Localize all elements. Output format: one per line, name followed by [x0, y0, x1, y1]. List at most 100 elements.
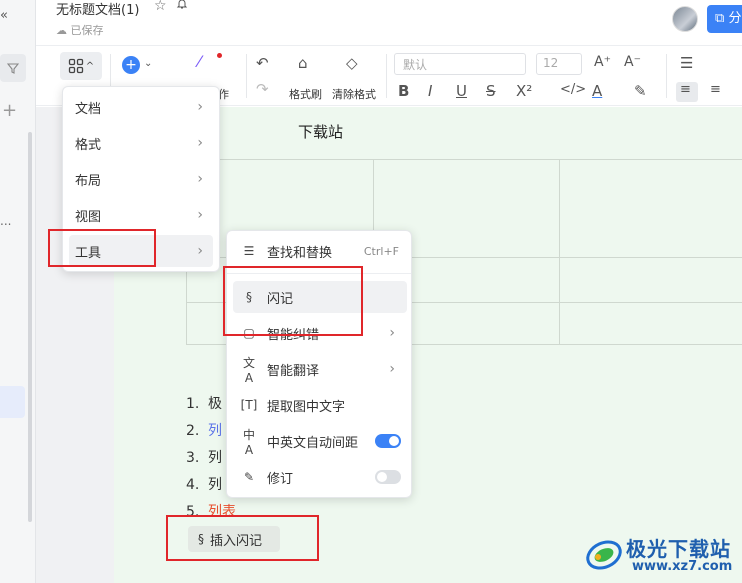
chevron-right-icon: › [197, 135, 203, 151]
format-painter-label[interactable]: 格式刷 [289, 86, 322, 102]
chevron-right-icon: › [197, 171, 203, 187]
header: 无标题文档(1) ☆ ☁ 已保存 ⧉ 分 [36, 0, 742, 46]
watermark-url: www.xz7.com [632, 559, 733, 574]
list-item[interactable]: 1. 极 [186, 393, 222, 413]
menu-item-label: 文档 [75, 101, 102, 117]
share-icon: ⧉ [715, 11, 725, 26]
find-replace-label: 查找和替换 [267, 245, 333, 261]
revision-toggle[interactable] [375, 470, 401, 484]
auto-spacing-item[interactable]: 中A 中英文自动间距 [233, 425, 407, 457]
extract-text-icon: [T] [240, 398, 258, 412]
list-item[interactable]: 4. 列 [186, 474, 222, 494]
translate-icon: 文A [242, 355, 255, 385]
saved-status-text: 已保存 [70, 24, 104, 37]
bold-icon[interactable]: B [398, 82, 409, 100]
list-item-text: 极 [208, 396, 222, 412]
rail-selected-item[interactable] [0, 386, 25, 418]
highlight-box-insert-flash-note [166, 515, 319, 561]
menu-item-format[interactable]: 格式 › [69, 127, 213, 159]
chevron-right-icon: › [197, 99, 203, 115]
chevron-right-icon: › [197, 207, 203, 223]
auto-spacing-label: 中英文自动间距 [267, 435, 359, 451]
notification-dot [217, 53, 222, 58]
left-rail: « + ... [0, 0, 36, 583]
eraser-icon[interactable]: ◇ [346, 54, 358, 72]
list-item-text: 列 [208, 477, 222, 493]
document-title[interactable]: 无标题文档(1) [56, 0, 139, 18]
add-icon[interactable]: + [2, 100, 17, 121]
decrease-font-icon[interactable]: A⁻ [624, 54, 641, 70]
find-replace-item[interactable]: ☰ 查找和替换 Ctrl+F [233, 235, 407, 267]
highlight-icon[interactable]: ✎ [634, 82, 647, 100]
toolbar-divider [386, 54, 387, 98]
menu-item-label: 视图 [75, 209, 102, 225]
auto-spacing-toggle[interactable] [375, 434, 401, 448]
insert-add-button[interactable]: + [122, 56, 140, 74]
align-center-icon[interactable]: ≡ [710, 82, 721, 97]
rail-scrollbar[interactable] [28, 132, 32, 522]
rail-ellipsis: ... [0, 214, 12, 228]
italic-icon[interactable]: I [428, 82, 432, 100]
bell-icon[interactable] [176, 0, 188, 13]
magic-wand-icon[interactable]: ⁄ [198, 52, 201, 71]
font-family-select[interactable]: 默认 [394, 53, 526, 75]
strikethrough-icon[interactable]: S [486, 82, 496, 100]
code-icon[interactable]: </> [560, 82, 586, 97]
list-item-number: 2. [186, 423, 200, 439]
filter-icon[interactable] [0, 54, 26, 82]
share-button[interactable]: ⧉ 分 [707, 5, 742, 33]
undo-icon[interactable]: ↶ [256, 54, 269, 72]
revision-icon: ✎ [243, 470, 255, 484]
watermark: 极光下载站 www.xz7.com [584, 533, 736, 577]
table-column-line [559, 160, 560, 344]
find-replace-icon: ☰ [243, 244, 255, 258]
menu-item-label: 格式 [75, 137, 102, 153]
watermark-logo [586, 540, 622, 570]
list-item-number: 1. [186, 396, 200, 412]
find-replace-shortcut: Ctrl+F [363, 244, 399, 258]
collapse-sidebar-icon[interactable]: « [0, 8, 20, 23]
chevron-right-icon: › [197, 243, 203, 259]
list-item[interactable]: 3. 列 [186, 447, 222, 467]
avatar[interactable] [672, 6, 698, 32]
menu-item-label: 布局 [75, 173, 102, 189]
revision-item[interactable]: ✎ 修订 [233, 461, 407, 493]
auto-spacing-icon: 中A [242, 427, 255, 457]
menu-item-document[interactable]: 文档 › [69, 91, 213, 123]
superscript-icon[interactable]: X² [516, 82, 532, 100]
chevron-right-icon: › [389, 361, 395, 377]
highlight-box-tools [48, 229, 156, 267]
font-color-icon[interactable]: A [592, 82, 602, 100]
list-item-number: 3. [186, 450, 200, 466]
menu-item-layout[interactable]: 布局 › [69, 163, 213, 195]
align-left-icon[interactable]: ≡ [680, 82, 691, 97]
list-icon[interactable]: ☰ [680, 54, 693, 72]
main-menu-button[interactable]: ^ [60, 52, 102, 80]
toggle-knob [389, 436, 399, 446]
smart-translate-item[interactable]: 文A 智能翻译 › [233, 353, 407, 385]
increase-font-icon[interactable]: A⁺ [594, 54, 611, 70]
list-item-number: 4. [186, 477, 200, 493]
chevron-right-icon: › [389, 325, 395, 341]
saved-status: ☁ 已保存 [56, 22, 104, 38]
chevron-up-icon: ^ [85, 60, 95, 72]
star-icon[interactable]: ☆ [154, 0, 167, 14]
font-size-select[interactable]: 12 [536, 53, 582, 75]
watermark-title: 极光下载站 [626, 537, 731, 561]
list-item-text: 列 [208, 450, 222, 466]
toolbar-divider [246, 54, 247, 98]
chevron-down-icon[interactable]: ⌄ [144, 58, 152, 69]
toolbar-divider [666, 54, 667, 98]
menu-item-view[interactable]: 视图 › [69, 199, 213, 231]
extract-text-label: 提取图中文字 [267, 399, 346, 415]
list-item[interactable]: 2. 列 [186, 420, 222, 440]
format-painter-icon[interactable]: ⌂ [298, 54, 308, 72]
page-heading: 下载站 [298, 123, 344, 141]
revision-label: 修订 [267, 471, 294, 487]
toggle-knob [377, 472, 387, 482]
clear-format-label[interactable]: 清除格式 [332, 86, 376, 102]
list-item-text: 列 [208, 423, 222, 439]
extract-text-item[interactable]: [T] 提取图中文字 [233, 389, 407, 421]
underline-icon[interactable]: U [456, 82, 467, 100]
redo-icon[interactable]: ↷ [256, 80, 269, 98]
